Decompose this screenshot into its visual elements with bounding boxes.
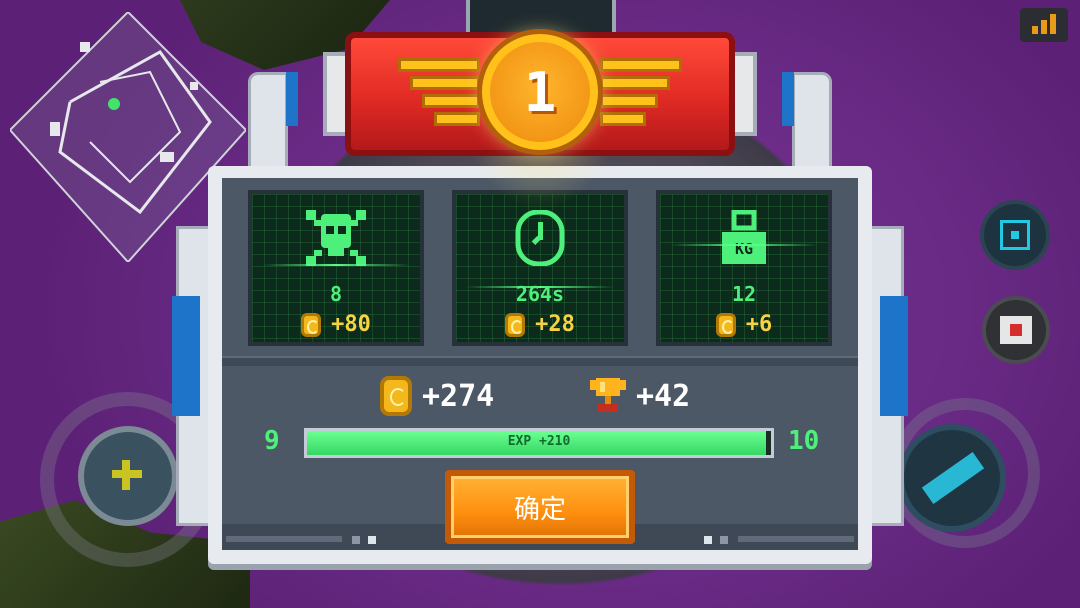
frame-pipe-left xyxy=(248,72,288,172)
footer-strip-line xyxy=(226,536,342,542)
trophy-icon xyxy=(590,378,626,412)
coin-icon xyxy=(715,312,736,337)
weight-unit-label: KG xyxy=(735,240,753,258)
current-level: 9 xyxy=(264,426,280,456)
stat-reward: +6 xyxy=(660,312,828,337)
confirm-button-label: 确定 xyxy=(451,476,629,538)
total-coins: +274 xyxy=(380,376,494,416)
total-coins-amount: +274 xyxy=(422,378,495,414)
weapon-fire-button[interactable] xyxy=(904,430,1000,526)
stat-value: 8 xyxy=(329,282,343,306)
weight-icon: KG xyxy=(722,210,766,264)
skull-icon xyxy=(306,210,366,266)
rank-number: 1 xyxy=(523,60,557,124)
clock-icon xyxy=(515,210,565,266)
total-trophies: +42 xyxy=(590,376,690,416)
footer-dot xyxy=(720,536,728,544)
stat-value: 264s xyxy=(515,282,565,306)
footer-dot xyxy=(368,536,376,544)
stat-reward-amount: +80 xyxy=(331,312,371,337)
frame-side-accent-left xyxy=(172,296,200,416)
exp-label: EXP +210 xyxy=(507,434,571,449)
scanline xyxy=(670,244,818,246)
stat-reward: +28 xyxy=(456,312,624,337)
aim-target-button[interactable] xyxy=(984,204,1046,266)
stat-card-kills: 8 +80 xyxy=(248,190,424,346)
coin-icon xyxy=(380,376,412,416)
move-joystick-knob[interactable] xyxy=(84,432,172,520)
confirm-button[interactable]: 确定 xyxy=(445,470,635,544)
frame-pipe-right xyxy=(792,72,832,172)
stat-reward-amount: +28 xyxy=(535,312,575,337)
total-trophies-amount: +42 xyxy=(636,378,691,414)
frame-pipe-accent xyxy=(286,72,298,126)
scanline xyxy=(262,264,410,266)
footer-dot xyxy=(704,536,712,544)
next-level: 10 xyxy=(788,426,820,456)
exp-progress-bar: EXP +210 xyxy=(304,428,774,458)
footer-dot xyxy=(352,536,360,544)
stat-card-time: 264s +28 xyxy=(452,190,628,346)
footer-strip-line xyxy=(738,536,854,542)
coin-icon xyxy=(505,312,526,337)
stat-reward-amount: +6 xyxy=(745,312,773,337)
stat-card-weight: KG 12 +6 xyxy=(656,190,832,346)
frame-pipe-accent xyxy=(782,72,794,126)
signal-strength-icon xyxy=(1020,8,1068,42)
stat-reward: +80 xyxy=(252,312,420,337)
medkit-button[interactable] xyxy=(986,300,1046,360)
coin-icon xyxy=(301,312,322,337)
rank-medal: 1 xyxy=(482,34,598,150)
player-marker-icon xyxy=(108,98,120,110)
frame-side-accent-right xyxy=(880,296,908,416)
stat-value: 12 xyxy=(731,282,757,306)
panel-divider xyxy=(222,356,858,366)
